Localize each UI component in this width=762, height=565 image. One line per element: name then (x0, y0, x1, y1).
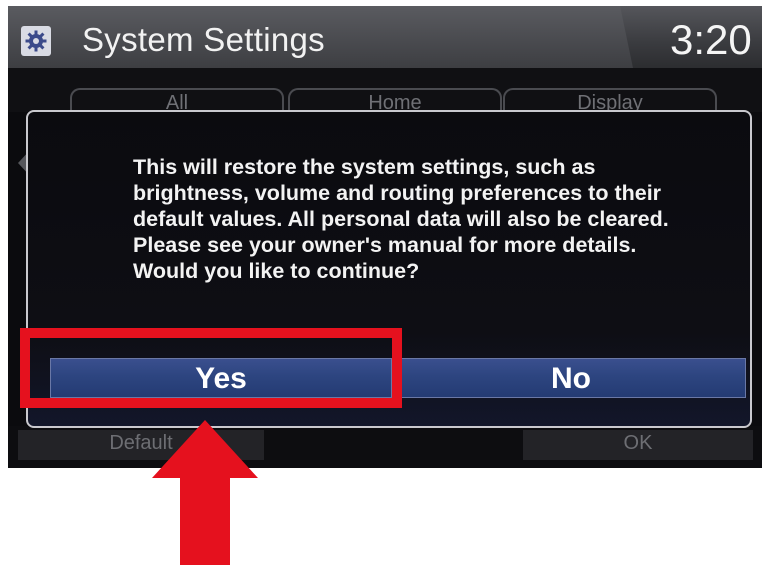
no-button[interactable]: No (396, 358, 746, 398)
tab-row: All Home Display (8, 68, 762, 178)
bottom-bar: Default OK (8, 426, 762, 468)
red-arrow-icon (152, 420, 258, 565)
dialog-message-line: Please see your owner's manual for more … (133, 233, 637, 283)
title-panel: System Settings (8, 6, 633, 68)
page-title: System Settings (82, 21, 325, 58)
gear-icon (21, 26, 51, 56)
ok-button[interactable]: OK (523, 430, 753, 460)
title-bar: System Settings 3:20 (8, 6, 762, 68)
dialog-message-line: This will restore the system settings, s… (133, 155, 669, 231)
highlight-box (20, 328, 402, 408)
dialog-message: This will restore the system settings, s… (133, 154, 693, 284)
clock-display: 3:20 (670, 16, 752, 63)
